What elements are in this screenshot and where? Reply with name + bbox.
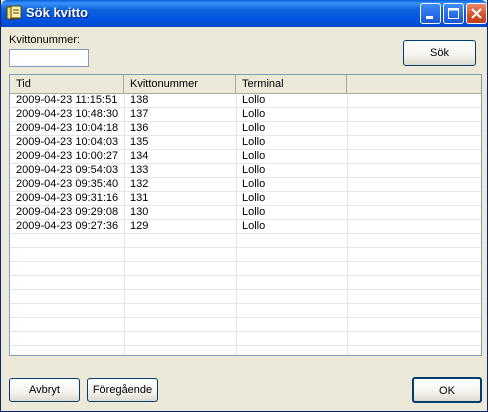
ok-button[interactable]: OK xyxy=(412,377,482,403)
table-row[interactable]: 2009-04-23 10:04:03 135 Lollo xyxy=(10,136,481,150)
cell-terminal: Lollo xyxy=(242,220,266,232)
minimize-icon xyxy=(426,16,433,19)
cell-time: 2009-04-23 09:29:08 xyxy=(16,206,119,218)
dialog-window: Sök kvitto Kvittonummer: Sök Tid Kvitton… xyxy=(0,0,488,412)
cell-terminal: Lollo xyxy=(242,150,266,162)
cell-receipt-number: 132 xyxy=(130,178,149,190)
column-header-empty[interactable] xyxy=(347,75,481,93)
column-header-terminal[interactable]: Terminal xyxy=(236,75,347,93)
empty-row xyxy=(10,318,481,332)
title-bar[interactable]: Sök kvitto xyxy=(1,0,487,27)
column-header-time[interactable]: Tid xyxy=(10,75,124,93)
cancel-button[interactable]: Avbryt xyxy=(9,378,80,402)
cell-time: 2009-04-23 10:48:30 xyxy=(16,108,119,120)
cell-receipt-number: 136 xyxy=(130,122,149,134)
previous-button[interactable]: Föregående xyxy=(87,378,158,402)
cell-terminal: Lollo xyxy=(242,108,266,120)
search-button[interactable]: Sök xyxy=(403,40,476,66)
cell-terminal: Lollo xyxy=(242,136,266,148)
cell-receipt-number: 131 xyxy=(130,192,149,204)
table-row[interactable]: 2009-04-23 09:35:40 132 Lollo xyxy=(10,178,481,192)
list-rows: 2009-04-23 11:15:51 138 Lollo 2009-04-23 10… xyxy=(10,94,481,355)
cell-time: 2009-04-23 10:00:27 xyxy=(16,150,119,162)
cell-receipt-number: 133 xyxy=(130,164,149,176)
cell-terminal: Lollo xyxy=(242,206,266,218)
table-row[interactable]: 2009-04-23 10:04:18 136 Lollo xyxy=(10,122,481,136)
empty-row xyxy=(10,248,481,262)
empty-row xyxy=(10,262,481,276)
cell-terminal: Lollo xyxy=(242,178,266,190)
cell-time: 2009-04-23 10:04:18 xyxy=(16,122,119,134)
cell-time: 2009-04-23 09:54:03 xyxy=(16,164,119,176)
cell-receipt-number: 129 xyxy=(130,220,149,232)
cell-terminal: Lollo xyxy=(242,94,266,106)
receipt-number-input[interactable] xyxy=(9,49,89,67)
cell-time: 2009-04-23 09:31:16 xyxy=(16,192,119,204)
empty-row xyxy=(10,332,481,346)
cell-time: 2009-04-23 09:35:40 xyxy=(16,178,119,190)
maximize-icon xyxy=(448,8,459,19)
cell-receipt-number: 138 xyxy=(130,94,149,106)
empty-row xyxy=(10,304,481,318)
cell-time: 2009-04-23 09:27:36 xyxy=(16,220,119,232)
cell-receipt-number: 134 xyxy=(130,150,149,162)
list-header: Tid Kvittonummer Terminal xyxy=(10,75,481,94)
close-button[interactable] xyxy=(466,3,487,24)
table-row[interactable]: 2009-04-23 10:00:27 134 Lollo xyxy=(10,150,481,164)
cell-terminal: Lollo xyxy=(242,192,266,204)
receipt-number-label: Kvittonummer: xyxy=(9,34,80,46)
table-row[interactable]: 2009-04-23 09:29:08 130 Lollo xyxy=(10,206,481,220)
cell-receipt-number: 130 xyxy=(130,206,149,218)
table-row[interactable]: 2009-04-23 10:48:30 137 Lollo xyxy=(10,108,481,122)
receipt-app-icon xyxy=(6,5,22,20)
empty-row xyxy=(10,276,481,290)
cell-terminal: Lollo xyxy=(242,164,266,176)
cell-receipt-number: 137 xyxy=(130,108,149,120)
empty-row xyxy=(10,234,481,248)
receipt-list[interactable]: Tid Kvittonummer Terminal 2009-04-23 11:… xyxy=(9,74,482,356)
maximize-button[interactable] xyxy=(443,3,464,24)
cell-receipt-number: 135 xyxy=(130,136,149,148)
table-row[interactable]: 2009-04-23 09:31:16 131 Lollo xyxy=(10,192,481,206)
close-icon xyxy=(471,8,482,19)
minimize-button[interactable] xyxy=(420,3,441,24)
table-row[interactable]: 2009-04-23 09:54:03 133 Lollo xyxy=(10,164,481,178)
cell-time: 2009-04-23 10:04:03 xyxy=(16,136,119,148)
empty-row xyxy=(10,290,481,304)
cell-terminal: Lollo xyxy=(242,122,266,134)
cell-time: 2009-04-23 11:15:51 xyxy=(16,94,118,106)
empty-row xyxy=(10,346,481,355)
window-title: Sök kvitto xyxy=(26,5,89,20)
table-row[interactable]: 2009-04-23 11:15:51 138 Lollo xyxy=(10,94,481,108)
table-row[interactable]: 2009-04-23 09:27:36 129 Lollo xyxy=(10,220,481,234)
column-header-receipt-number[interactable]: Kvittonummer xyxy=(124,75,236,93)
